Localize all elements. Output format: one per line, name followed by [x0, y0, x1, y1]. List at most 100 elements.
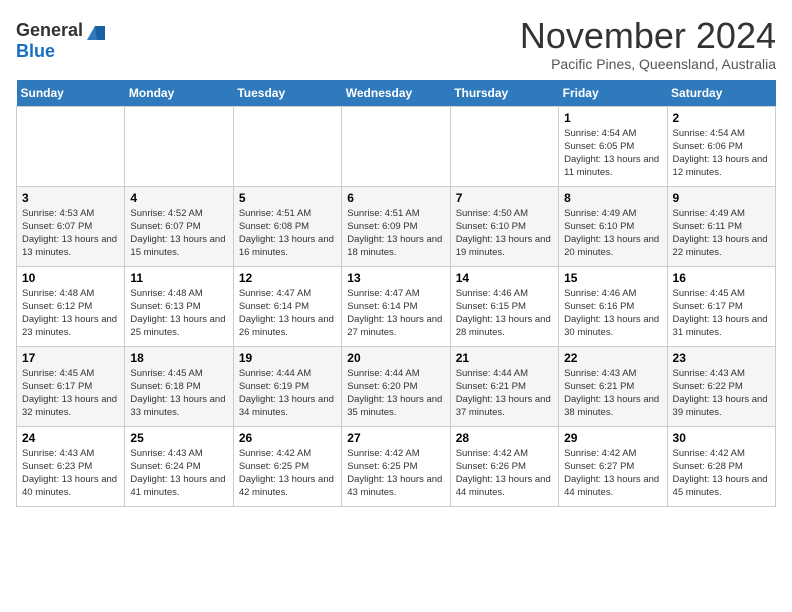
- day-info: Sunrise: 4:42 AMSunset: 6:26 PMDaylight:…: [456, 447, 553, 500]
- day-info: Sunrise: 4:42 AMSunset: 6:27 PMDaylight:…: [564, 447, 661, 500]
- day-info: Sunrise: 4:45 AMSunset: 6:18 PMDaylight:…: [130, 367, 227, 420]
- calendar-cell: 11 Sunrise: 4:48 AMSunset: 6:13 PMDayligh…: [125, 266, 233, 346]
- month-title: November 2024: [520, 16, 776, 56]
- calendar-week-row: 24 Sunrise: 4:43 AMSunset: 6:23 PMDayligh…: [17, 426, 776, 506]
- day-number: 6: [347, 191, 444, 205]
- day-info: Sunrise: 4:42 AMSunset: 6:28 PMDaylight:…: [673, 447, 770, 500]
- day-info: Sunrise: 4:43 AMSunset: 6:24 PMDaylight:…: [130, 447, 227, 500]
- day-info: Sunrise: 4:49 AMSunset: 6:11 PMDaylight:…: [673, 207, 770, 260]
- day-info: Sunrise: 4:45 AMSunset: 6:17 PMDaylight:…: [22, 367, 119, 420]
- day-number: 8: [564, 191, 661, 205]
- day-number: 29: [564, 431, 661, 445]
- calendar-cell: 8 Sunrise: 4:49 AMSunset: 6:10 PMDaylight…: [559, 186, 667, 266]
- calendar-cell: 16Sunrise: 4:45 AMSunset: 6:17 PMDayligh…: [667, 266, 775, 346]
- day-number: 7: [456, 191, 553, 205]
- calendar-day-header: Tuesday: [233, 80, 341, 107]
- calendar-cell: 25 Sunrise: 4:43 AMSunset: 6:24 PMDayligh…: [125, 426, 233, 506]
- logo-general-text: General: [16, 21, 83, 41]
- calendar-cell: 15 Sunrise: 4:46 AMSunset: 6:16 PMDayligh…: [559, 266, 667, 346]
- calendar-day-header: Thursday: [450, 80, 558, 107]
- calendar-cell: 5Sunrise: 4:51 AMSunset: 6:08 PMDaylight…: [233, 186, 341, 266]
- day-info: Sunrise: 4:46 AMSunset: 6:15 PMDaylight:…: [456, 287, 553, 340]
- day-number: 24: [22, 431, 119, 445]
- calendar-cell: 12Sunrise: 4:47 AMSunset: 6:14 PMDayligh…: [233, 266, 341, 346]
- day-number: 27: [347, 431, 444, 445]
- day-info: Sunrise: 4:43 AMSunset: 6:23 PMDaylight:…: [22, 447, 119, 500]
- day-info: Sunrise: 4:43 AMSunset: 6:21 PMDaylight:…: [564, 367, 661, 420]
- day-number: 2: [673, 111, 770, 125]
- calendar-week-row: 3 Sunrise: 4:53 AMSunset: 6:07 PMDaylight…: [17, 186, 776, 266]
- calendar-day-header: Saturday: [667, 80, 775, 107]
- day-number: 28: [456, 431, 553, 445]
- calendar-cell: 19 Sunrise: 4:44 AMSunset: 6:19 PMDayligh…: [233, 346, 341, 426]
- calendar-cell: [342, 106, 450, 186]
- header: General Blue November 2024 Pacific Pines…: [16, 16, 776, 72]
- calendar-cell: 9 Sunrise: 4:49 AMSunset: 6:11 PMDaylight…: [667, 186, 775, 266]
- calendar-cell: [17, 106, 125, 186]
- day-number: 13: [347, 271, 444, 285]
- calendar-body: 1 Sunrise: 4:54 AMSunset: 6:05 PMDaylight…: [17, 106, 776, 506]
- calendar-cell: 10 Sunrise: 4:48 AMSunset: 6:12 PMDayligh…: [17, 266, 125, 346]
- day-number: 14: [456, 271, 553, 285]
- calendar: SundayMondayTuesdayWednesdayThursdayFrid…: [16, 80, 776, 507]
- calendar-cell: 1 Sunrise: 4:54 AMSunset: 6:05 PMDaylight…: [559, 106, 667, 186]
- day-info: Sunrise: 4:44 AMSunset: 6:20 PMDaylight:…: [347, 367, 444, 420]
- day-number: 26: [239, 431, 336, 445]
- calendar-cell: 17 Sunrise: 4:45 AMSunset: 6:17 PMDayligh…: [17, 346, 125, 426]
- day-info: Sunrise: 4:46 AMSunset: 6:16 PMDaylight:…: [564, 287, 661, 340]
- day-info: Sunrise: 4:51 AMSunset: 6:09 PMDaylight:…: [347, 207, 444, 260]
- calendar-week-row: 1 Sunrise: 4:54 AMSunset: 6:05 PMDaylight…: [17, 106, 776, 186]
- calendar-cell: [233, 106, 341, 186]
- day-number: 10: [22, 271, 119, 285]
- calendar-cell: 22 Sunrise: 4:43 AMSunset: 6:21 PMDayligh…: [559, 346, 667, 426]
- calendar-cell: 30 Sunrise: 4:42 AMSunset: 6:28 PMDayligh…: [667, 426, 775, 506]
- day-number: 9: [673, 191, 770, 205]
- day-number: 17: [22, 351, 119, 365]
- calendar-week-row: 10 Sunrise: 4:48 AMSunset: 6:12 PMDayligh…: [17, 266, 776, 346]
- calendar-cell: 7 Sunrise: 4:50 AMSunset: 6:10 PMDaylight…: [450, 186, 558, 266]
- calendar-cell: 27Sunrise: 4:42 AMSunset: 6:25 PMDayligh…: [342, 426, 450, 506]
- calendar-day-header: Wednesday: [342, 80, 450, 107]
- calendar-cell: 21Sunrise: 4:44 AMSunset: 6:21 PMDayligh…: [450, 346, 558, 426]
- calendar-cell: 18 Sunrise: 4:45 AMSunset: 6:18 PMDayligh…: [125, 346, 233, 426]
- calendar-cell: 6 Sunrise: 4:51 AMSunset: 6:09 PMDaylight…: [342, 186, 450, 266]
- day-number: 16: [673, 271, 770, 285]
- calendar-header-row: SundayMondayTuesdayWednesdayThursdayFrid…: [17, 80, 776, 107]
- title-section: November 2024 Pacific Pines, Queensland,…: [520, 16, 776, 72]
- day-info: Sunrise: 4:43 AMSunset: 6:22 PMDaylight:…: [673, 367, 770, 420]
- day-number: 11: [130, 271, 227, 285]
- day-number: 1: [564, 111, 661, 125]
- day-info: Sunrise: 4:47 AMSunset: 6:14 PMDaylight:…: [239, 287, 336, 340]
- day-info: Sunrise: 4:50 AMSunset: 6:10 PMDaylight:…: [456, 207, 553, 260]
- day-info: Sunrise: 4:49 AMSunset: 6:10 PMDaylight:…: [564, 207, 661, 260]
- day-info: Sunrise: 4:48 AMSunset: 6:13 PMDaylight:…: [130, 287, 227, 340]
- calendar-cell: [125, 106, 233, 186]
- day-info: Sunrise: 4:54 AMSunset: 6:05 PMDaylight:…: [564, 127, 661, 180]
- day-number: 4: [130, 191, 227, 205]
- day-number: 18: [130, 351, 227, 365]
- day-number: 22: [564, 351, 661, 365]
- calendar-cell: 28 Sunrise: 4:42 AMSunset: 6:26 PMDayligh…: [450, 426, 558, 506]
- day-info: Sunrise: 4:42 AMSunset: 6:25 PMDaylight:…: [239, 447, 336, 500]
- calendar-cell: 3 Sunrise: 4:53 AMSunset: 6:07 PMDaylight…: [17, 186, 125, 266]
- calendar-day-header: Friday: [559, 80, 667, 107]
- day-info: Sunrise: 4:44 AMSunset: 6:19 PMDaylight:…: [239, 367, 336, 420]
- calendar-week-row: 17 Sunrise: 4:45 AMSunset: 6:17 PMDayligh…: [17, 346, 776, 426]
- day-info: Sunrise: 4:47 AMSunset: 6:14 PMDaylight:…: [347, 287, 444, 340]
- calendar-day-header: Sunday: [17, 80, 125, 107]
- day-info: Sunrise: 4:48 AMSunset: 6:12 PMDaylight:…: [22, 287, 119, 340]
- day-number: 15: [564, 271, 661, 285]
- day-info: Sunrise: 4:54 AMSunset: 6:06 PMDaylight:…: [673, 127, 770, 180]
- calendar-cell: 29 Sunrise: 4:42 AMSunset: 6:27 PMDayligh…: [559, 426, 667, 506]
- day-info: Sunrise: 4:51 AMSunset: 6:08 PMDaylight:…: [239, 207, 336, 260]
- day-number: 19: [239, 351, 336, 365]
- day-number: 30: [673, 431, 770, 445]
- day-info: Sunrise: 4:53 AMSunset: 6:07 PMDaylight:…: [22, 207, 119, 260]
- calendar-cell: 24 Sunrise: 4:43 AMSunset: 6:23 PMDayligh…: [17, 426, 125, 506]
- calendar-cell: 26 Sunrise: 4:42 AMSunset: 6:25 PMDayligh…: [233, 426, 341, 506]
- day-number: 25: [130, 431, 227, 445]
- logo: General Blue: [16, 20, 105, 62]
- calendar-day-header: Monday: [125, 80, 233, 107]
- day-number: 3: [22, 191, 119, 205]
- day-number: 20: [347, 351, 444, 365]
